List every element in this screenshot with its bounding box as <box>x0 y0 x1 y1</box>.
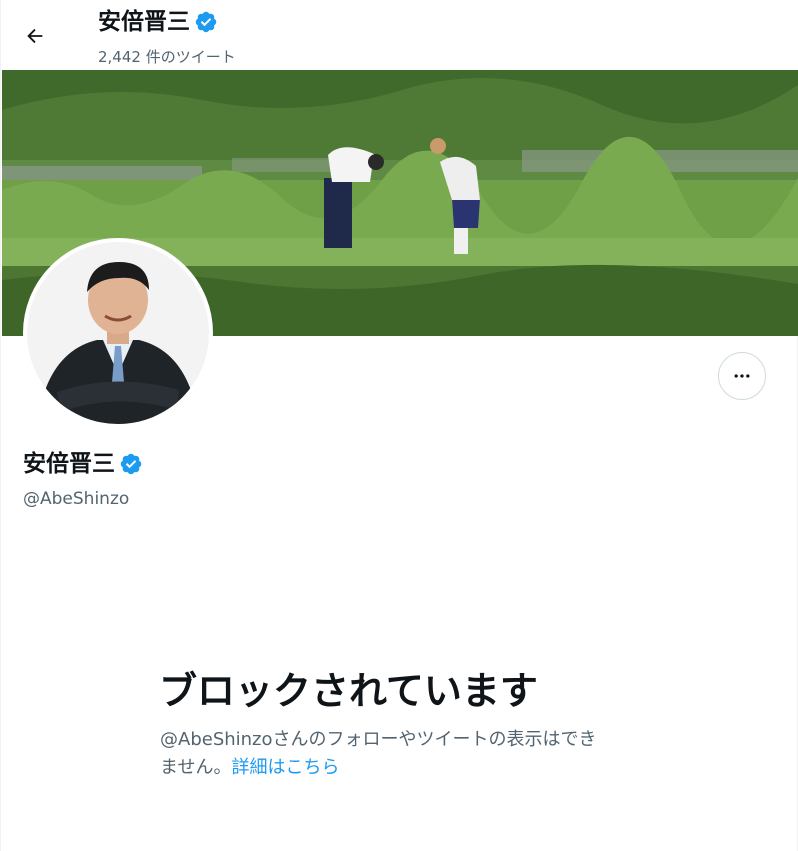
verified-badge-icon <box>119 452 143 476</box>
profile-display-name: 安倍晋三 <box>23 451 115 477</box>
blocked-title: ブロックされています <box>159 669 538 713</box>
learn-more-link[interactable]: 詳細はこちら <box>231 757 339 778</box>
top-header: 安倍晋三 2,442 件のツイート <box>1 0 798 70</box>
header-name: 安倍晋三 <box>98 9 190 35</box>
more-horizontal-icon <box>734 374 750 378</box>
header-title: 安倍晋三 <box>98 6 218 38</box>
profile-name: 安倍晋三 <box>23 448 143 480</box>
blocked-description-line1: @AbeShinzoさんのフォローやツイートの表示はでき <box>160 729 597 750</box>
profile-page: 安倍晋三 2,442 件のツイート 安倍晋三 @AbeShinzo ブロックされ… <box>0 0 798 851</box>
more-options-button[interactable] <box>718 352 766 400</box>
avatar-image <box>27 242 209 424</box>
back-button[interactable] <box>15 16 55 56</box>
tweet-count: 2,442 件のツイート <box>98 48 236 66</box>
profile-avatar[interactable] <box>23 238 213 428</box>
profile-handle: @AbeShinzo <box>23 489 130 509</box>
blocked-description: @AbeShinzoさんのフォローやツイートの表示はでき ません。詳細はこちら <box>160 726 640 782</box>
blocked-description-line2: ません。 <box>160 757 232 778</box>
verified-badge-icon <box>194 10 218 34</box>
arrow-left-icon <box>27 28 43 44</box>
